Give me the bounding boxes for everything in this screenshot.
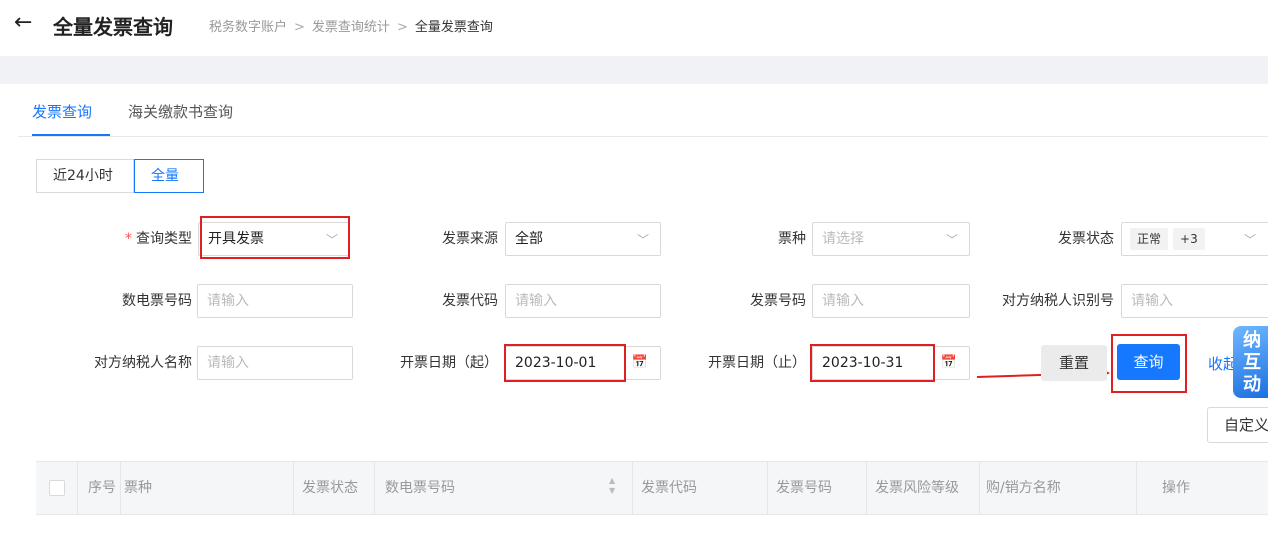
column-header-invoice-no[interactable]: 发票号码: [776, 462, 832, 514]
table-header: 序号 票种 发票状态 数电票号码 ▲ ▼ 发票代码 发票号码 发票风险等级 购/销…: [36, 461, 1268, 515]
select-all-checkbox[interactable]: [49, 480, 65, 496]
floating-assistant-badge[interactable]: 纳 互 动: [1233, 326, 1268, 398]
sort-icon[interactable]: ▲ ▼: [609, 476, 615, 496]
column-header-e-invoice-no[interactable]: 数电票号码: [385, 462, 455, 514]
column-header-kind[interactable]: 票种: [124, 462, 152, 514]
custom-columns-button[interactable]: 自定义: [1207, 407, 1268, 443]
annotation-arrow: [976, 367, 1110, 379]
column-header-status[interactable]: 发票状态: [302, 462, 358, 514]
reset-button[interactable]: 重置: [1041, 345, 1107, 381]
column-header-risk-level[interactable]: 发票风险等级: [875, 462, 959, 514]
highlight-box-query-button: [1111, 334, 1187, 393]
column-header-invoice-code[interactable]: 发票代码: [641, 462, 697, 514]
column-header-actions: 操作: [1162, 480, 1190, 496]
column-header-party-name[interactable]: 购/销方名称: [986, 462, 1061, 514]
column-header-index: 序号: [88, 480, 116, 496]
